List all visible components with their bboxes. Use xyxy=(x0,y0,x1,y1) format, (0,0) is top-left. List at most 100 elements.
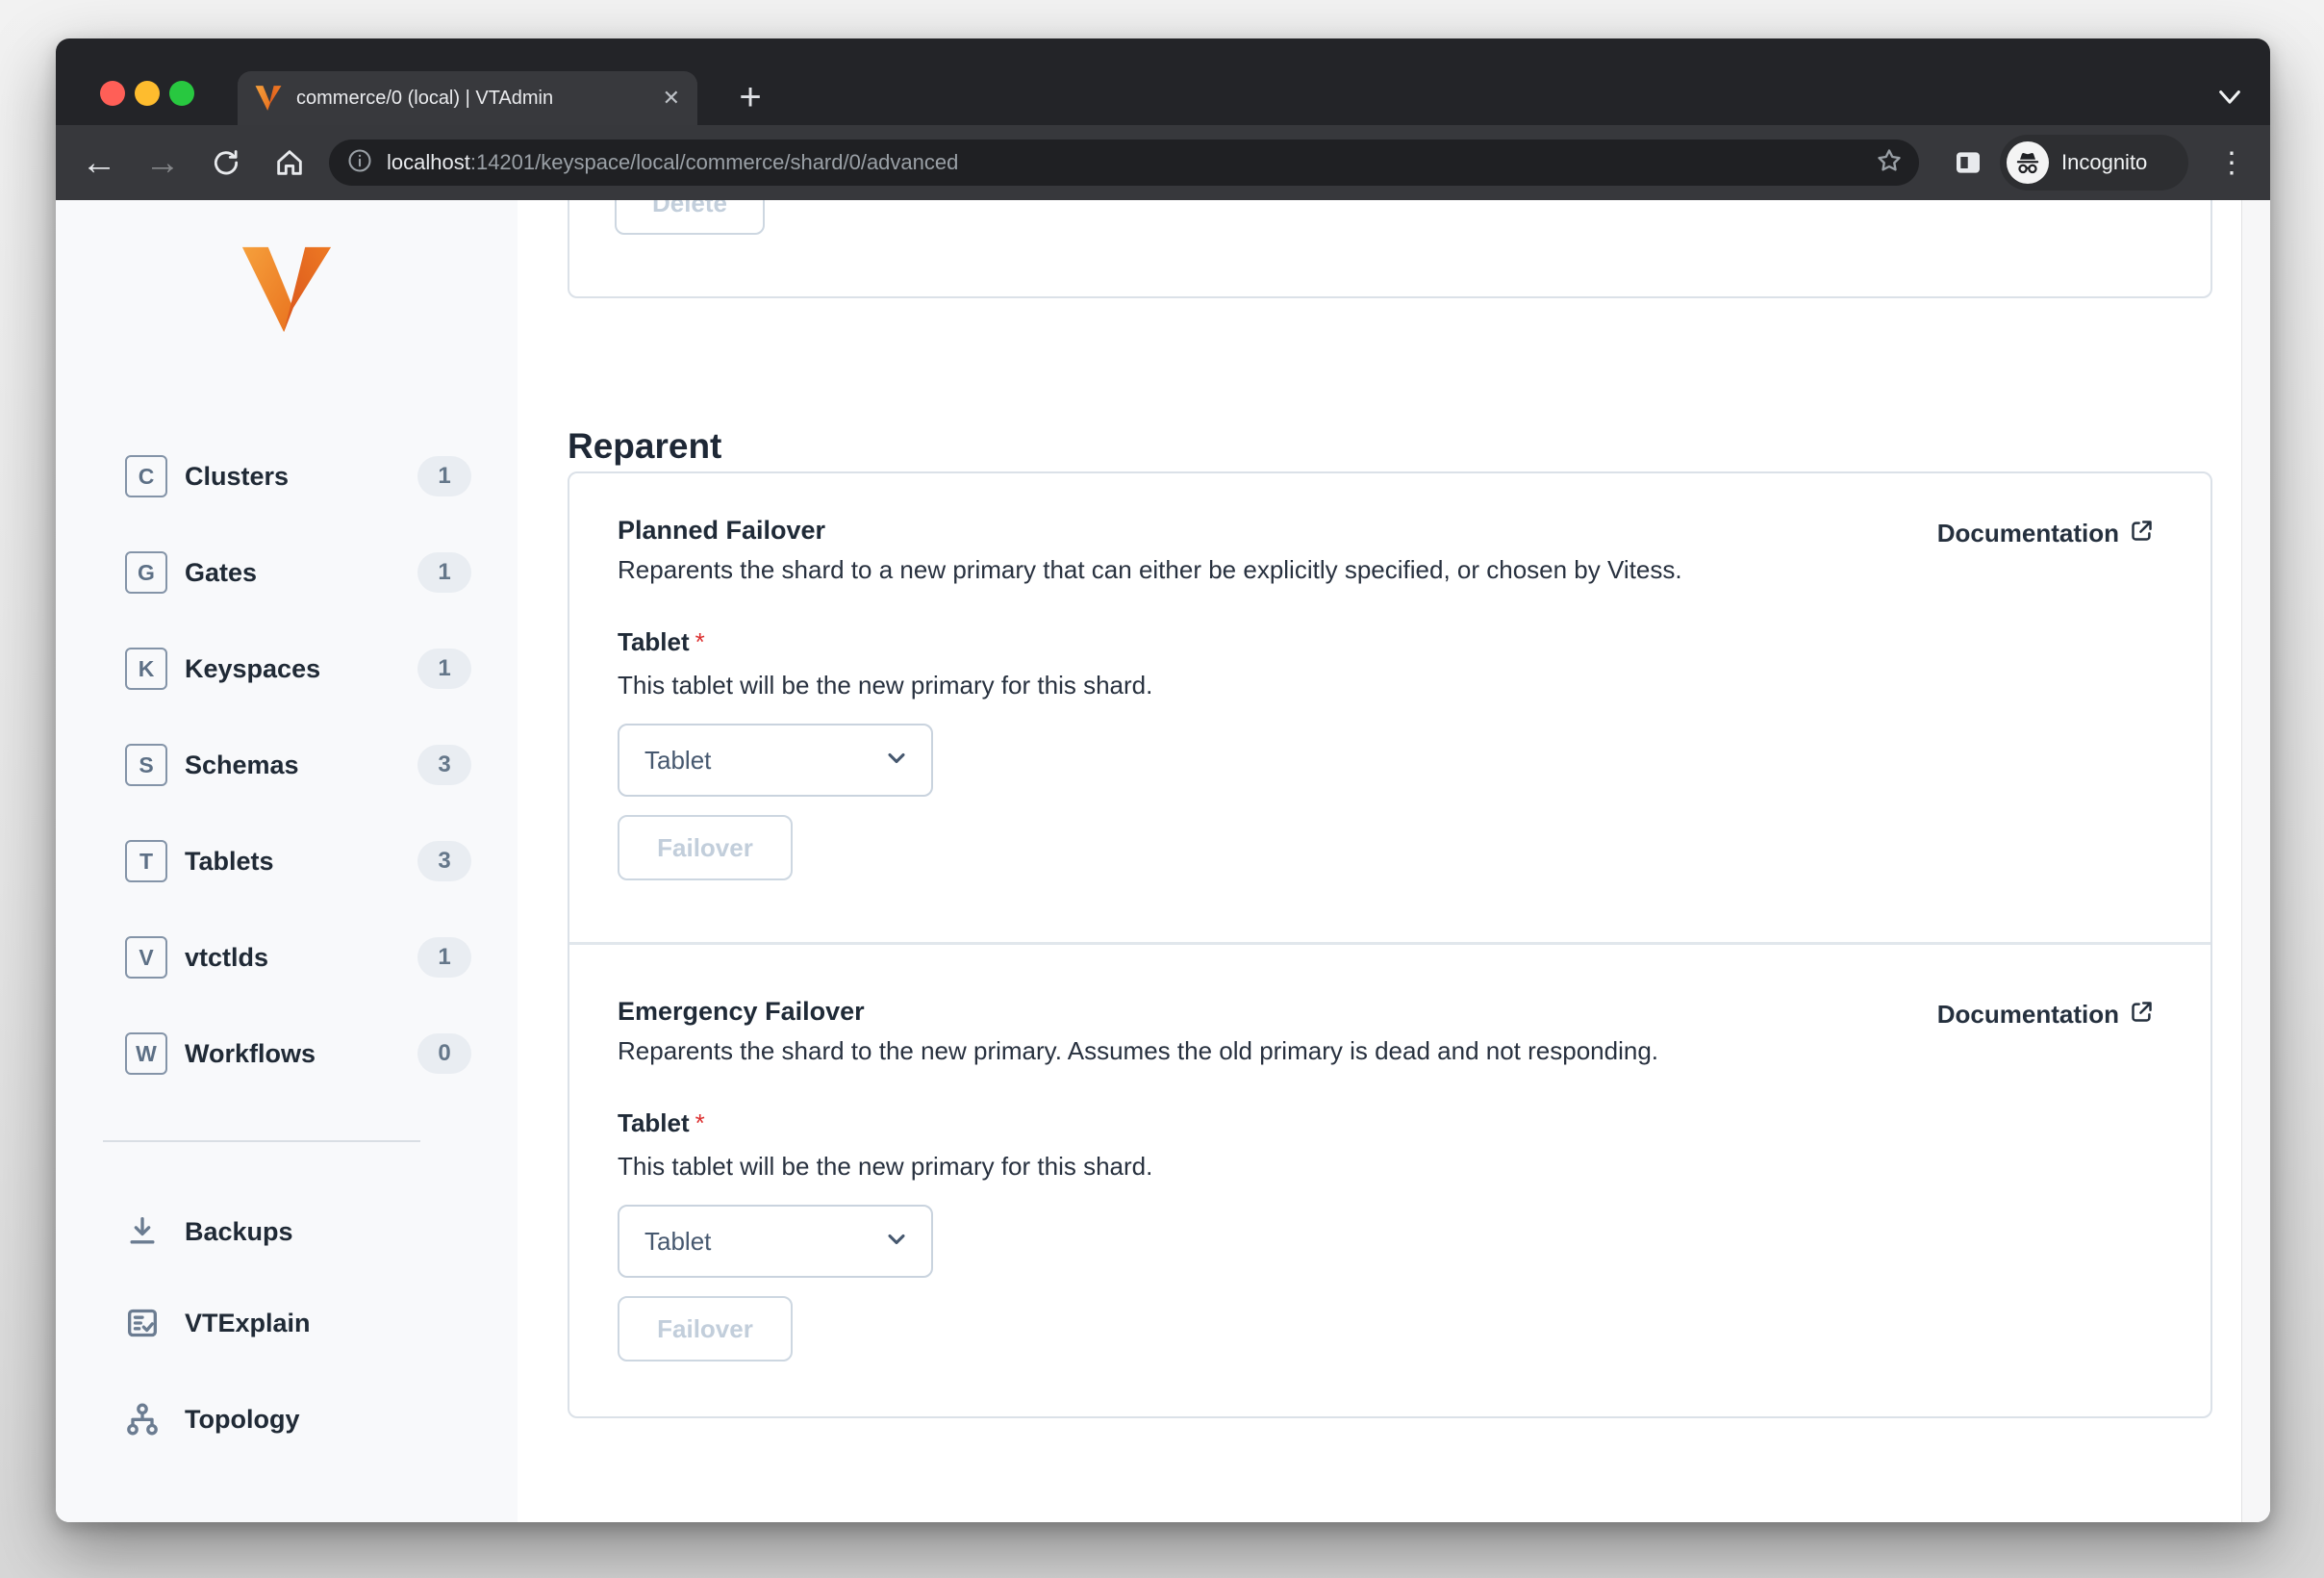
back-button[interactable]: ← xyxy=(75,125,123,200)
sidebar-item-keyspaces[interactable]: K Keyspaces 1 xyxy=(56,621,518,717)
sidebar-item-label: Workflows xyxy=(185,1038,316,1068)
clusters-letter-icon: C xyxy=(125,455,167,497)
tablet-select-value: Tablet xyxy=(644,1226,712,1256)
incognito-badge: Incognito xyxy=(2000,135,2188,191)
external-link-icon xyxy=(2119,999,2155,1030)
tablet-field-label: Tablet * xyxy=(618,627,705,656)
tab-search-chevron-icon[interactable] xyxy=(2216,89,2243,112)
side-panel-icon[interactable] xyxy=(1947,125,1989,200)
incognito-icon xyxy=(2007,141,2049,184)
count-badge: 1 xyxy=(417,552,471,593)
sidebar-item-gates[interactable]: G Gates 1 xyxy=(56,524,518,621)
documentation-label: Documentation xyxy=(1936,518,2119,547)
sidebar-item-label: Topology xyxy=(185,1404,300,1434)
documentation-label: Documentation xyxy=(1936,999,2119,1029)
site-info-icon[interactable] xyxy=(346,147,373,179)
download-icon xyxy=(123,1212,162,1251)
sidebar-item-topology[interactable]: Topology xyxy=(56,1371,518,1467)
page-title: Reparent xyxy=(568,425,722,466)
section-title: Planned Failover xyxy=(618,516,826,545)
reparent-card: Planned Failover Documentation Reparents… xyxy=(568,471,2212,1418)
browser-toolbar: ← → localhost:14201/keyspace/local/comme… xyxy=(56,125,2270,200)
count-badge: 1 xyxy=(417,456,471,496)
bookmark-star-icon[interactable] xyxy=(1875,146,1904,180)
tablet-select[interactable]: Tablet xyxy=(618,724,933,797)
failover-button[interactable]: Failover xyxy=(618,1296,793,1362)
sidebar-item-label: Backups xyxy=(185,1216,293,1246)
url-text: localhost:14201/keyspace/local/commerce/… xyxy=(387,150,1875,175)
sidebar-item-backups[interactable]: Backups xyxy=(56,1184,518,1280)
documentation-link[interactable]: Documentation xyxy=(1937,518,2155,548)
section-title: Emergency Failover xyxy=(618,997,865,1026)
tablet-field-label: Tablet * xyxy=(618,1108,705,1137)
external-link-icon xyxy=(2119,518,2155,548)
keyspaces-letter-icon: K xyxy=(125,648,167,690)
tablet-select[interactable]: Tablet xyxy=(618,1205,933,1278)
browser-menu-icon[interactable]: ⋮ xyxy=(2210,125,2253,200)
sidebar-item-label: Gates xyxy=(185,557,258,587)
chevron-down-icon xyxy=(883,1226,910,1258)
scrollbar[interactable] xyxy=(2241,200,2270,1522)
sidebar-item-label: Tablets xyxy=(185,846,274,876)
sidebar-item-label: vtctlds xyxy=(185,942,269,972)
required-asterisk: * xyxy=(695,1108,705,1137)
count-badge: 3 xyxy=(417,841,471,881)
count-badge: 1 xyxy=(417,937,471,978)
page-content: C Clusters 1 G Gates 1 K Keyspaces 1 S S… xyxy=(56,200,2270,1522)
window-minimize-button[interactable] xyxy=(135,81,160,106)
tablet-select-value: Tablet xyxy=(644,745,712,775)
sidebar-item-label: Keyspaces xyxy=(185,653,321,683)
sidebar-item-schemas[interactable]: S Schemas 3 xyxy=(56,717,518,813)
sidebar-item-tablets[interactable]: T Tablets 3 xyxy=(56,813,518,909)
tablet-field-help: This tablet will be the new primary for … xyxy=(618,1152,1153,1181)
documentation-link[interactable]: Documentation xyxy=(1937,999,2155,1030)
reload-button[interactable] xyxy=(202,125,250,200)
sidebar-item-label: Schemas xyxy=(185,750,299,779)
workflows-letter-icon: W xyxy=(125,1032,167,1075)
home-button[interactable] xyxy=(265,125,314,200)
topology-icon xyxy=(123,1400,162,1438)
section-description: Reparents the shard to a new primary tha… xyxy=(618,555,1682,584)
section-description: Reparents the shard to the new primary. … xyxy=(618,1036,1658,1065)
failover-button[interactable]: Failover xyxy=(618,815,793,880)
window-close-button[interactable] xyxy=(100,81,125,106)
count-badge: 0 xyxy=(417,1033,471,1074)
sidebar-item-label: Clusters xyxy=(185,461,290,491)
tab-strip: commerce/0 (local) | VTAdmin ✕ + xyxy=(56,38,2270,125)
sidebar-item-workflows[interactable]: W Workflows 0 xyxy=(56,1005,518,1102)
sidebar-item-vtctlds[interactable]: V vtctlds 1 xyxy=(56,909,518,1005)
card-divider xyxy=(569,942,2210,945)
incognito-label: Incognito xyxy=(2061,150,2148,174)
planned-failover-section: Planned Failover Documentation Reparents… xyxy=(569,516,2210,939)
url-bar[interactable]: localhost:14201/keyspace/local/commerce/… xyxy=(329,140,1919,186)
browser-window: commerce/0 (local) | VTAdmin ✕ + ← → loc… xyxy=(56,38,2270,1522)
previous-card-partial: Delete xyxy=(568,200,2212,298)
window-zoom-button[interactable] xyxy=(169,81,194,106)
sidebar-divider xyxy=(103,1140,420,1142)
tablet-field-help: This tablet will be the new primary for … xyxy=(618,671,1153,700)
schemas-letter-icon: S xyxy=(125,744,167,786)
vtctlds-letter-icon: V xyxy=(125,936,167,979)
sidebar-item-vtexplain[interactable]: VTExplain xyxy=(56,1275,518,1371)
sidebar: C Clusters 1 G Gates 1 K Keyspaces 1 S S… xyxy=(56,200,518,1522)
sidebar-item-label: VTExplain xyxy=(185,1308,311,1337)
vitess-logo xyxy=(240,246,333,333)
tablets-letter-icon: T xyxy=(125,840,167,882)
browser-tab[interactable]: commerce/0 (local) | VTAdmin ✕ xyxy=(238,71,697,125)
url-path: :14201/keyspace/local/commerce/shard/0/a… xyxy=(469,150,959,174)
main-panel: Delete Reparent Planned Failover Documen… xyxy=(518,200,2241,1522)
new-tab-button[interactable]: + xyxy=(729,77,771,119)
vitess-favicon-icon xyxy=(255,86,282,111)
emergency-failover-section: Emergency Failover Documentation Reparen… xyxy=(569,997,2210,1420)
count-badge: 3 xyxy=(417,745,471,785)
tab-close-icon[interactable]: ✕ xyxy=(663,86,680,111)
sidebar-item-clusters[interactable]: C Clusters 1 xyxy=(56,428,518,524)
chevron-down-icon xyxy=(883,745,910,776)
url-host: localhost xyxy=(387,150,470,174)
required-asterisk: * xyxy=(695,627,705,656)
gates-letter-icon: G xyxy=(125,551,167,594)
forward-button[interactable]: → xyxy=(139,125,187,200)
tab-title: commerce/0 (local) | VTAdmin xyxy=(296,87,554,109)
document-check-icon xyxy=(123,1304,162,1342)
delete-button[interactable]: Delete xyxy=(615,200,765,235)
